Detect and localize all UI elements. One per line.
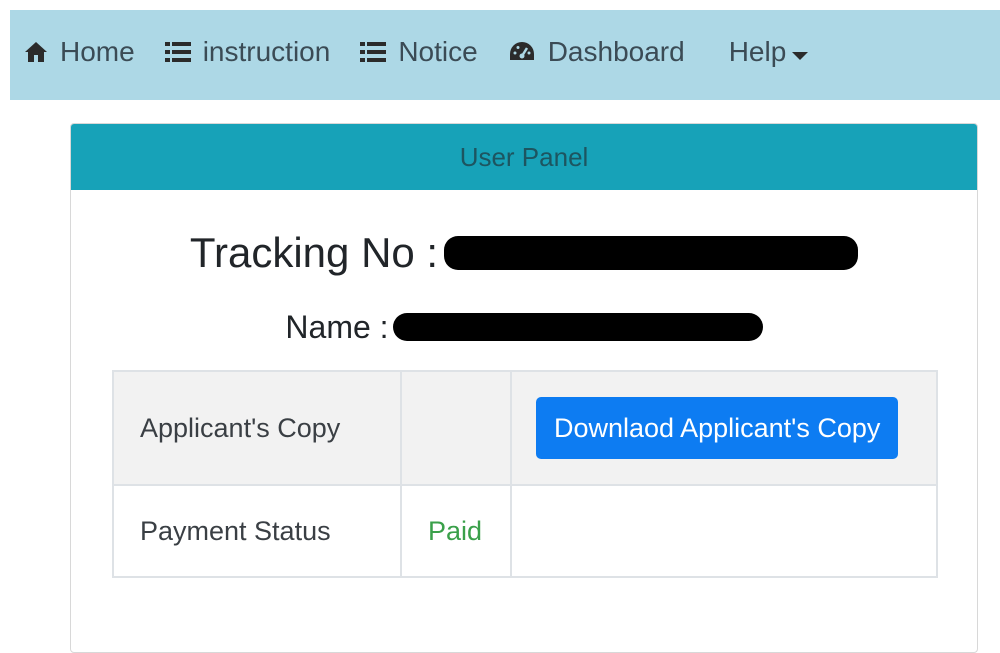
applicant-copy-action-cell: Downlaod Applicant's Copy bbox=[510, 370, 938, 486]
applicant-table: Applicant's Copy Downlaod Applicant's Co… bbox=[112, 370, 938, 578]
table-row: Payment Status Paid bbox=[112, 484, 938, 578]
top-navbar: Home instruction Notice Dashboard Help bbox=[10, 10, 1000, 100]
applicant-name: Name : bbox=[71, 311, 977, 343]
caret-down-icon bbox=[792, 36, 809, 68]
nav-dashboard[interactable]: Dashboard bbox=[508, 36, 685, 68]
applicant-copy-label: Applicant's Copy bbox=[112, 370, 402, 486]
download-applicant-copy-button[interactable]: Downlaod Applicant's Copy bbox=[536, 397, 899, 459]
nav-help-dropdown[interactable]: Help bbox=[729, 36, 809, 68]
payment-status-label: Payment Status bbox=[112, 484, 402, 578]
nav-notice-label: Notice bbox=[398, 36, 478, 67]
name-label: Name : bbox=[285, 309, 389, 345]
dashboard-icon bbox=[508, 40, 536, 64]
redacted-tracking-value bbox=[444, 235, 859, 270]
payment-status-value: Paid bbox=[400, 484, 512, 578]
payment-status-action-cell bbox=[510, 484, 938, 578]
nav-notice[interactable]: Notice bbox=[360, 36, 478, 68]
nav-instruction[interactable]: instruction bbox=[164, 36, 331, 68]
nav-home-label: Home bbox=[60, 36, 135, 67]
tracking-number: Tracking No : bbox=[71, 232, 977, 274]
redacted-name-value bbox=[392, 312, 763, 341]
list-icon bbox=[360, 41, 387, 63]
nav-home[interactable]: Home bbox=[24, 36, 135, 68]
table-row: Applicant's Copy Downlaod Applicant's Co… bbox=[112, 370, 938, 486]
nav-help-label: Help bbox=[728, 36, 787, 67]
user-panel-card: User Panel Tracking No : Name : Applican… bbox=[70, 123, 978, 653]
applicant-copy-value bbox=[400, 370, 512, 486]
nav-instruction-label: instruction bbox=[202, 36, 331, 67]
tracking-label: Tracking No : bbox=[189, 229, 439, 276]
panel-header: User Panel bbox=[71, 124, 977, 190]
home-icon bbox=[24, 41, 48, 63]
nav-dashboard-label: Dashboard bbox=[547, 36, 685, 67]
list-icon bbox=[164, 41, 191, 63]
